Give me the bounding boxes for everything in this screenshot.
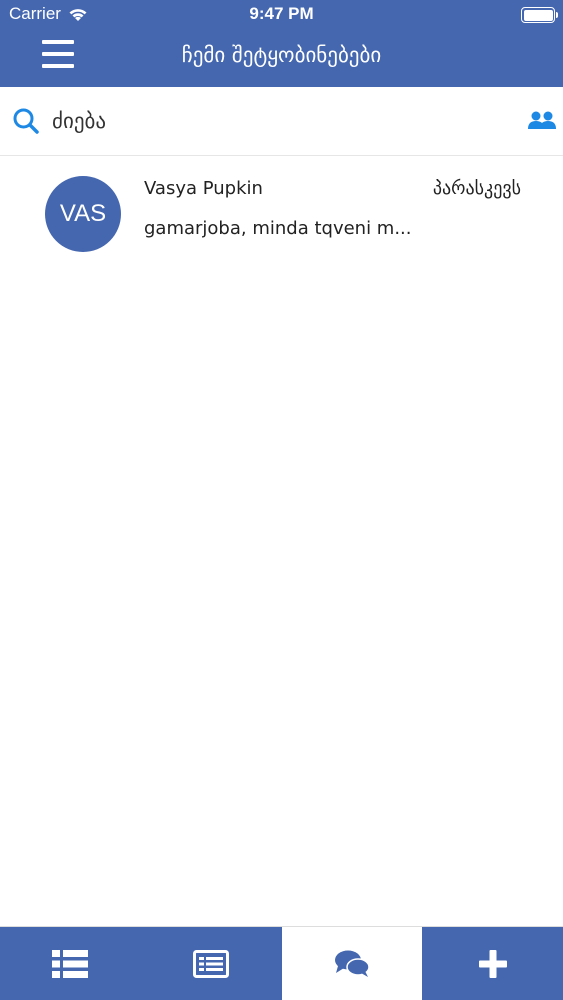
tab-add[interactable] [422, 927, 563, 1000]
plus-icon [478, 949, 507, 978]
page-title: ჩემი შეტყობინებები [181, 43, 382, 67]
chat-message-preview: gamarjoba, minda tqveni m... [144, 218, 412, 239]
news-icon [193, 949, 230, 978]
top-bar: Carrier 9:47 PM ჩემი შეტყობინებები [0, 0, 563, 87]
chat-contact-name: Vasya Pupkin [144, 178, 263, 199]
chat-list-item[interactable]: VAS Vasya Pupkin პარასკევს gamarjoba, mi… [0, 156, 563, 272]
bottom-tab-bar [0, 926, 563, 1000]
chat-timestamp: პარასკევს [432, 178, 521, 199]
search-bar [0, 87, 563, 156]
avatar: VAS [45, 176, 121, 252]
search-icon[interactable] [12, 107, 40, 135]
list-icon [52, 949, 89, 978]
group-icon[interactable] [527, 108, 557, 132]
status-bar: Carrier 9:47 PM [0, 0, 563, 30]
chat-bubbles-icon [334, 950, 370, 977]
status-time: 9:47 PM [249, 4, 314, 23]
tab-messages[interactable] [281, 927, 423, 1000]
battery-icon [521, 7, 558, 23]
tab-list[interactable] [0, 927, 141, 1000]
tab-news[interactable] [140, 927, 282, 1000]
search-input[interactable] [52, 105, 492, 137]
